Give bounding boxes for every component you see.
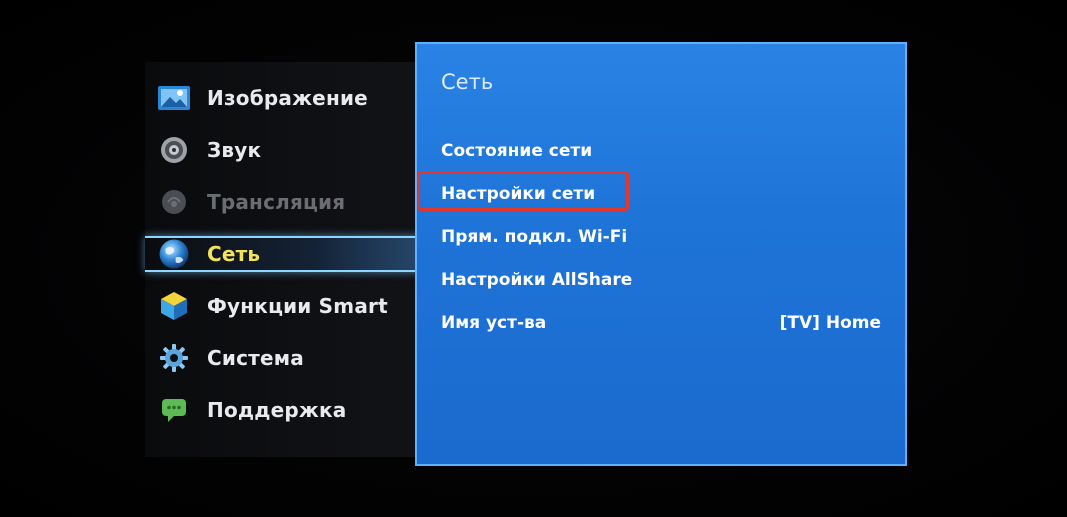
- menu-item-label: Сеть: [207, 242, 261, 266]
- tv-screen: Изображение Звук Трансляция Сеть Функции…: [0, 0, 1067, 517]
- submenu-item-network-status[interactable]: Состояние сети: [441, 129, 881, 172]
- menu-item-sound[interactable]: Звук: [145, 124, 420, 176]
- submenu-list: Состояние сети Настройки сети Прям. подк…: [441, 129, 881, 344]
- support-chat-icon: [157, 393, 191, 427]
- network-submenu-panel: Сеть Состояние сети Настройки сети Прям.…: [415, 42, 907, 466]
- submenu-item-label: Настройки AllShare: [441, 269, 633, 290]
- globe-icon: [157, 237, 191, 271]
- submenu-item-label: Прям. подкл. Wi-Fi: [441, 226, 628, 247]
- menu-item-label: Система: [207, 346, 304, 370]
- menu-item-label: Изображение: [207, 86, 368, 110]
- broadcast-icon: [157, 185, 191, 219]
- speaker-icon: [157, 133, 191, 167]
- menu-item-network[interactable]: Сеть: [145, 228, 430, 280]
- menu-item-broadcast[interactable]: Трансляция: [145, 176, 420, 228]
- main-menu: Изображение Звук Трансляция Сеть Функции…: [145, 72, 430, 436]
- submenu-title: Сеть: [441, 70, 494, 94]
- submenu-item-label: Имя уст-ва: [441, 312, 547, 333]
- menu-item-support[interactable]: Поддержка: [145, 384, 420, 436]
- submenu-item-device-name[interactable]: Имя уст-ва [TV] Home: [441, 301, 881, 344]
- menu-item-smart-features[interactable]: Функции Smart: [145, 280, 420, 332]
- submenu-item-wifi-direct[interactable]: Прям. подкл. Wi-Fi: [441, 215, 881, 258]
- smart-cube-icon: [157, 289, 191, 323]
- picture-icon: [157, 81, 191, 115]
- menu-item-label: Функции Smart: [207, 294, 388, 318]
- annotation-highlight-box: [417, 171, 629, 211]
- device-name-value: [TV] Home: [779, 312, 881, 333]
- menu-item-picture[interactable]: Изображение: [145, 72, 420, 124]
- submenu-item-allshare-settings[interactable]: Настройки AllShare: [441, 258, 881, 301]
- gear-icon: [157, 341, 191, 375]
- submenu-item-label: Состояние сети: [441, 140, 593, 161]
- menu-item-label: Поддержка: [207, 398, 347, 422]
- menu-item-label: Звук: [207, 138, 262, 162]
- menu-item-system[interactable]: Система: [145, 332, 420, 384]
- menu-item-label: Трансляция: [207, 190, 346, 214]
